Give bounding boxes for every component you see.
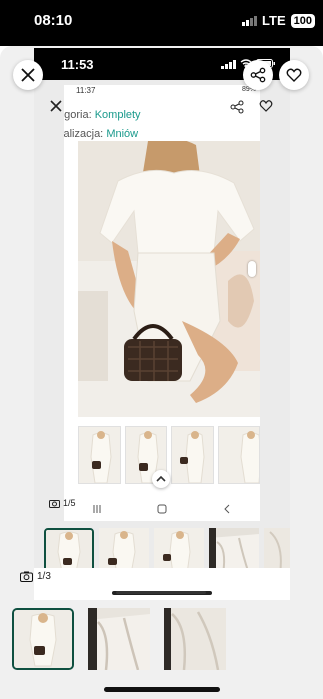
thumbnail-strip: [12, 608, 312, 670]
location-label: kalizacja:: [64, 128, 104, 140]
android-nav-bar: [64, 497, 260, 521]
category-value[interactable]: Komplety: [95, 109, 141, 121]
recents-icon[interactable]: [92, 504, 102, 514]
signal-icon: [242, 15, 258, 26]
counter-text: 1/3: [37, 571, 51, 582]
close-button[interactable]: [13, 60, 43, 90]
inner-image-counter: 1/5: [49, 498, 76, 508]
heart-icon: [286, 68, 302, 82]
close-icon: [50, 100, 62, 112]
inner-thumbnail[interactable]: [171, 426, 214, 484]
home-icon[interactable]: [157, 504, 167, 514]
inner-share-button[interactable]: [230, 100, 244, 119]
inner-status-time: 11:37: [76, 86, 96, 95]
share-icon: [250, 67, 266, 83]
camera-icon: [49, 499, 60, 508]
scroll-up-button[interactable]: [152, 470, 170, 488]
thumbnail[interactable]: [88, 608, 150, 670]
back-icon[interactable]: [222, 504, 232, 514]
product-photo[interactable]: [78, 141, 260, 417]
close-icon: [21, 68, 35, 82]
status-time: 08:10: [34, 12, 73, 29]
inner-counter-text: 1/5: [63, 498, 76, 508]
inner-favorite-button[interactable]: [259, 99, 273, 118]
inner-status-bar: 11:37 89%: [64, 85, 260, 97]
heart-icon: [259, 100, 273, 112]
location-value[interactable]: Mniów: [106, 128, 138, 140]
photo-scroll-handle[interactable]: [248, 261, 256, 277]
sheet-divider: [116, 591, 206, 594]
camera-icon: [20, 571, 33, 582]
product-photo-illustration: [78, 141, 260, 417]
inner-screenshot: 11:37 89% egoria: Komplety kalizacja: Mn…: [64, 85, 260, 521]
status-indicators: LTE 100: [242, 13, 315, 28]
thumbnail[interactable]: [164, 608, 226, 670]
favorite-button[interactable]: [279, 60, 309, 90]
nested-bottom-area: [34, 568, 290, 600]
category-label: egoria:: [64, 109, 92, 121]
home-indicator: [104, 687, 220, 692]
share-button[interactable]: [243, 60, 273, 90]
status-bar: 08:10 LTE 100: [0, 0, 323, 46]
location-line: kalizacja: Mniów: [64, 128, 138, 140]
inner-close-button[interactable]: [48, 98, 64, 119]
thumbnail[interactable]: [12, 608, 74, 670]
inner-thumbnail[interactable]: [217, 426, 260, 484]
category-line: egoria: Komplety: [64, 109, 141, 121]
nested-status-time: 11:53: [61, 57, 94, 72]
signal-icon: [221, 58, 236, 69]
inner-thumbnail[interactable]: [78, 426, 121, 484]
share-icon: [230, 100, 244, 114]
chevron-up-icon: [156, 475, 166, 482]
battery-indicator: 100: [290, 13, 315, 28]
image-counter: 1/3: [20, 571, 51, 582]
network-type: LTE: [262, 13, 286, 28]
